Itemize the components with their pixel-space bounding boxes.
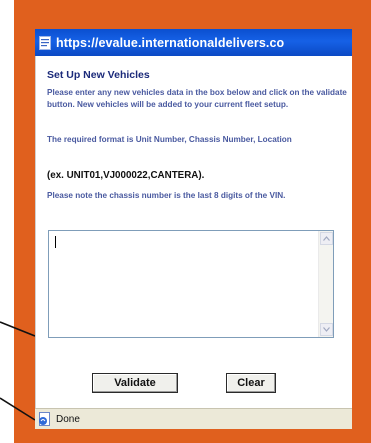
- form-content: Set Up New Vehicles Please enter any new…: [35, 56, 352, 408]
- validate-button[interactable]: Validate: [92, 373, 178, 393]
- format-example-text: (ex. UNIT01,VJ000022,CANTERA).: [47, 170, 205, 181]
- scroll-down-button[interactable]: [320, 323, 333, 336]
- chassis-note-text: Please note the chassis number is the la…: [47, 191, 286, 200]
- status-text: Done: [56, 413, 80, 425]
- format-note-text: The required format is Unit Number, Chas…: [47, 135, 292, 144]
- window-titlebar[interactable]: https://evalue.internationaldelivers.co: [35, 29, 352, 56]
- instructions-text: Please enter any new vehicles data in th…: [47, 88, 347, 109]
- page-icon: [39, 35, 51, 50]
- window-title: https://evalue.internationaldelivers.co: [56, 35, 285, 50]
- text-caret: [55, 236, 56, 248]
- scroll-up-button[interactable]: [320, 232, 333, 245]
- textarea-scrollbar[interactable]: [318, 231, 333, 337]
- page-title: Set Up New Vehicles: [47, 69, 150, 81]
- screenshot-frame: https://evalue.internationaldelivers.co …: [0, 0, 371, 443]
- chevron-up-icon: [323, 236, 330, 241]
- clear-button[interactable]: Clear: [226, 373, 276, 393]
- page-done-icon: [39, 412, 50, 426]
- chevron-down-icon: [323, 327, 330, 332]
- vehicle-data-textarea[interactable]: [48, 230, 334, 338]
- status-bar: Done: [35, 408, 352, 429]
- popup-window: https://evalue.internationaldelivers.co …: [35, 29, 352, 429]
